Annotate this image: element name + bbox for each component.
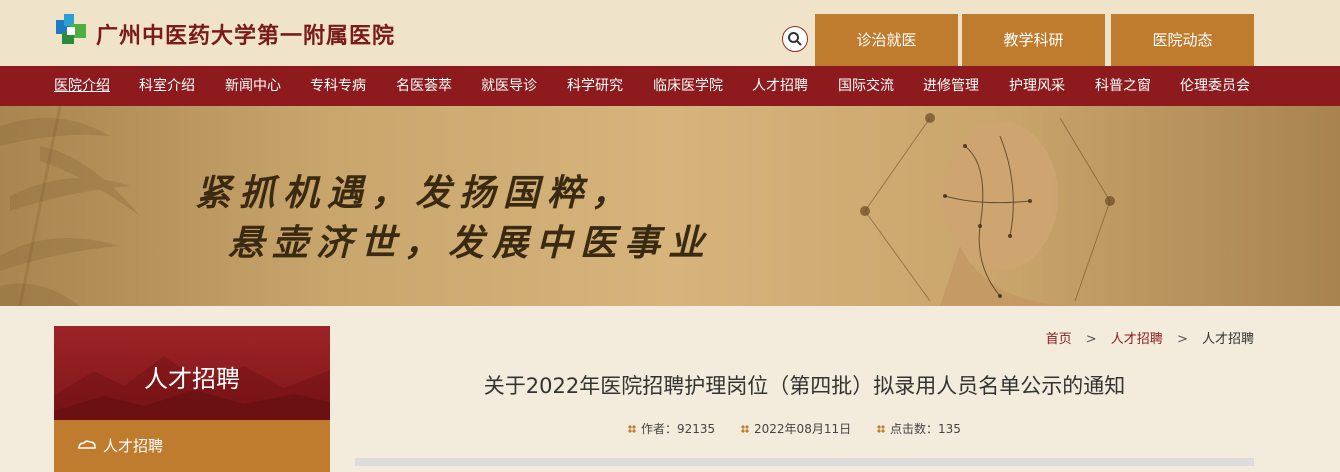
banner-slogan-line2: 悬壶济世，发展中医事业 xyxy=(228,222,713,264)
breadcrumb-recruitment[interactable]: 人才招聘 xyxy=(1111,332,1163,347)
article-clicks: 点击数：135 xyxy=(889,422,961,436)
hospital-logo-icon[interactable] xyxy=(54,14,88,46)
search-button[interactable] xyxy=(782,26,808,52)
nav-item-research[interactable]: 科学研究 xyxy=(567,66,623,106)
banner-slogan-line1: 紧抓机遇，发扬国粹， xyxy=(195,172,636,214)
sidebar-header: 人才招聘 xyxy=(54,326,330,420)
bullet-icon xyxy=(628,425,636,433)
sidebar-title: 人才招聘 xyxy=(144,365,240,393)
site-header: 广州中医药大学第一附属医院 诊治就医 教学科研 医院动态 xyxy=(0,0,1340,66)
nav-item-clinical-college[interactable]: 临床医学院 xyxy=(653,66,723,106)
article-author: 作者：92135 xyxy=(641,422,716,436)
nav-item-specialties[interactable]: 专科专病 xyxy=(310,66,366,106)
content-divider xyxy=(355,458,1254,466)
bullet-icon xyxy=(876,425,885,433)
tab-diagnosis[interactable]: 诊治就医 xyxy=(815,14,958,66)
nav-item-guide[interactable]: 就医导诊 xyxy=(481,66,537,106)
nav-item-science-window[interactable]: 科普之窗 xyxy=(1095,66,1151,106)
breadcrumb-home[interactable]: 首页 xyxy=(1046,332,1072,347)
nav-item-famous-doctors[interactable]: 名医荟萃 xyxy=(396,66,452,106)
breadcrumb-separator: > xyxy=(1085,332,1097,347)
breadcrumb-separator: > xyxy=(1176,332,1188,347)
article-date: 2022年08月11日 xyxy=(754,422,852,436)
site-name[interactable]: 广州中医药大学第一附属医院 xyxy=(96,18,395,50)
nav-item-news[interactable]: 新闻中心 xyxy=(225,66,281,106)
bullet-icon xyxy=(741,425,750,433)
banner: 紧抓机遇，发扬国粹， 悬壶济世，发展中医事业 xyxy=(0,106,1340,306)
breadcrumb: 首页 > 人才招聘 > 人才招聘 xyxy=(1046,328,1254,347)
breadcrumb-current: 人才招聘 xyxy=(1201,332,1254,347)
nav-item-training[interactable]: 进修管理 xyxy=(923,66,979,106)
nav-item-recruitment[interactable]: 人才招聘 xyxy=(752,66,808,106)
sidebar-item-label: 人才招聘 xyxy=(103,437,164,455)
nav-item-hospital-intro[interactable]: 医院介绍 xyxy=(54,66,110,106)
article-title: 关于2022年医院招聘护理岗位（第四批）拟录用人员名单公示的通知 xyxy=(483,374,1126,398)
cloud-icon xyxy=(78,440,96,449)
tab-hospital-news[interactable]: 医院动态 xyxy=(1111,14,1254,66)
tab-teaching-research[interactable]: 教学科研 xyxy=(962,14,1105,66)
sidebar-item-recruitment[interactable]: 人才招聘 xyxy=(54,420,330,472)
nav-item-nursing[interactable]: 护理风采 xyxy=(1009,66,1065,106)
main-nav: 医院介绍 科室介绍 新闻中心 专科专病 名医荟萃 就医导诊 科学研究 临床医学院… xyxy=(0,66,1340,106)
nav-item-international[interactable]: 国际交流 xyxy=(838,66,894,106)
article-meta: 作者：92135 2022年08月11日 点击数：135 xyxy=(628,420,983,437)
nav-item-departments[interactable]: 科室介绍 xyxy=(139,66,195,106)
search-icon xyxy=(788,32,802,46)
nav-item-ethics[interactable]: 伦理委员会 xyxy=(1180,66,1250,106)
